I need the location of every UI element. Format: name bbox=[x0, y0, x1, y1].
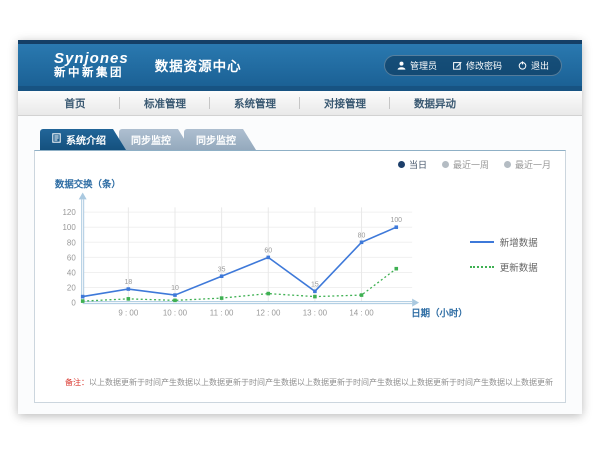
tab-bar: 系统介绍 同步监控 同步监控 bbox=[34, 129, 566, 150]
filter-last-month-label: 最近一月 bbox=[515, 158, 551, 171]
filter-last-week[interactable]: 最近一周 bbox=[442, 158, 489, 171]
dotted-line-icon bbox=[470, 266, 494, 268]
header: Synjones 新中新集团 数据资源中心 管理员 修改密码 退出 bbox=[18, 44, 582, 86]
legend-label: 新增数据 bbox=[500, 235, 538, 249]
svg-text:100: 100 bbox=[63, 223, 77, 232]
nav-item-data-changes[interactable]: 数据异动 bbox=[390, 91, 480, 115]
page-title: 数据资源中心 bbox=[155, 55, 242, 75]
logo-text-cn: 新中新集团 bbox=[54, 67, 129, 79]
svg-text:100: 100 bbox=[390, 217, 402, 224]
user-menu: 管理员 修改密码 退出 bbox=[384, 55, 562, 76]
user-icon bbox=[397, 61, 406, 70]
chart-panel: 当日 最近一周 最近一月 0 20 40 60 80 100 120 9 : 00 10 : 0… bbox=[34, 150, 566, 403]
svg-text:35: 35 bbox=[218, 266, 226, 273]
tab-sync-monitor-1[interactable]: 同步监控 bbox=[119, 129, 191, 150]
user-menu-logout[interactable]: 退出 bbox=[518, 59, 549, 72]
filter-today[interactable]: 当日 bbox=[398, 158, 427, 171]
tab-label: 同步监控 bbox=[131, 132, 171, 147]
radio-dot-icon bbox=[442, 161, 449, 168]
chart-legend: 新增数据 更新数据 bbox=[470, 235, 561, 333]
tab-label: 系统介绍 bbox=[66, 132, 106, 147]
svg-text:9 : 00: 9 : 00 bbox=[118, 309, 138, 318]
svg-text:日期（小时）: 日期（小时） bbox=[411, 308, 467, 319]
radio-dot-icon bbox=[504, 161, 511, 168]
svg-text:80: 80 bbox=[67, 238, 76, 247]
svg-text:60: 60 bbox=[264, 247, 272, 254]
user-menu-admin-label: 管理员 bbox=[410, 59, 437, 72]
nav-item-home[interactable]: 首页 bbox=[30, 91, 120, 115]
svg-text:10 : 00: 10 : 00 bbox=[163, 309, 188, 318]
svg-text:11 : 00: 11 : 00 bbox=[210, 309, 234, 318]
line-chart: 0 20 40 60 80 100 120 9 : 00 10 : 00 11 : 00 12 : … bbox=[43, 175, 470, 333]
svg-text:60: 60 bbox=[67, 253, 76, 262]
main-nav: 首页 标准管理 系统管理 对接管理 数据异动 bbox=[18, 91, 582, 116]
legend-entry-updated-data: 更新数据 bbox=[470, 260, 561, 274]
svg-text:80: 80 bbox=[358, 232, 366, 239]
logo-text-en: Synjones bbox=[54, 51, 129, 67]
footnote-prefix: 备注： bbox=[65, 378, 89, 387]
nav-item-integration[interactable]: 对接管理 bbox=[300, 91, 390, 115]
solid-line-icon bbox=[470, 241, 494, 243]
user-menu-logout-label: 退出 bbox=[531, 59, 549, 72]
content-area: 系统介绍 同步监控 同步监控 当日 最近一周 bbox=[18, 116, 582, 414]
svg-text:0: 0 bbox=[71, 299, 76, 308]
user-menu-change-password-label: 修改密码 bbox=[466, 59, 502, 72]
svg-text:10: 10 bbox=[171, 285, 179, 292]
svg-text:数据交换（条）: 数据交换（条） bbox=[54, 179, 121, 190]
logout-icon bbox=[518, 61, 527, 70]
edit-icon bbox=[453, 61, 462, 70]
filter-last-week-label: 最近一周 bbox=[453, 158, 489, 171]
filter-today-label: 当日 bbox=[409, 158, 427, 171]
radio-dot-icon bbox=[398, 161, 405, 168]
chart-area: 0 20 40 60 80 100 120 9 : 00 10 : 00 11 : 00 12 : … bbox=[35, 151, 565, 333]
svg-text:20: 20 bbox=[67, 284, 76, 293]
nav-item-system[interactable]: 系统管理 bbox=[210, 91, 300, 115]
legend-entry-new-data: 新增数据 bbox=[470, 235, 561, 249]
svg-text:12 : 00: 12 : 00 bbox=[256, 309, 281, 318]
user-menu-admin[interactable]: 管理员 bbox=[397, 59, 437, 72]
footnote: 备注：以上数据更新于时间产生数据以上数据更新于时间产生数据以上数据更新于时间产生… bbox=[65, 377, 553, 388]
logo: Synjones 新中新集团 bbox=[54, 51, 129, 79]
svg-text:18: 18 bbox=[124, 279, 132, 286]
nav-item-standards[interactable]: 标准管理 bbox=[120, 91, 210, 115]
svg-text:120: 120 bbox=[63, 208, 77, 217]
page-card: Synjones 新中新集团 数据资源中心 管理员 修改密码 退出 bbox=[18, 40, 582, 414]
footnote-text: 以上数据更新于时间产生数据以上数据更新于时间产生数据以上数据更新于时间产生数据以… bbox=[89, 378, 553, 387]
svg-text:40: 40 bbox=[67, 268, 76, 277]
tab-system-intro[interactable]: 系统介绍 bbox=[40, 129, 126, 150]
tab-sync-monitor-2[interactable]: 同步监控 bbox=[184, 129, 256, 150]
svg-text:14 : 00: 14 : 00 bbox=[349, 309, 374, 318]
svg-text:15: 15 bbox=[311, 281, 319, 288]
filter-last-month[interactable]: 最近一月 bbox=[504, 158, 551, 171]
legend-label: 更新数据 bbox=[500, 260, 538, 274]
user-menu-change-password[interactable]: 修改密码 bbox=[453, 59, 502, 72]
svg-text:13 : 00: 13 : 00 bbox=[303, 309, 328, 318]
tab-label: 同步监控 bbox=[196, 132, 236, 147]
document-icon bbox=[52, 133, 61, 146]
time-range-filter: 当日 最近一周 最近一月 bbox=[398, 158, 551, 171]
